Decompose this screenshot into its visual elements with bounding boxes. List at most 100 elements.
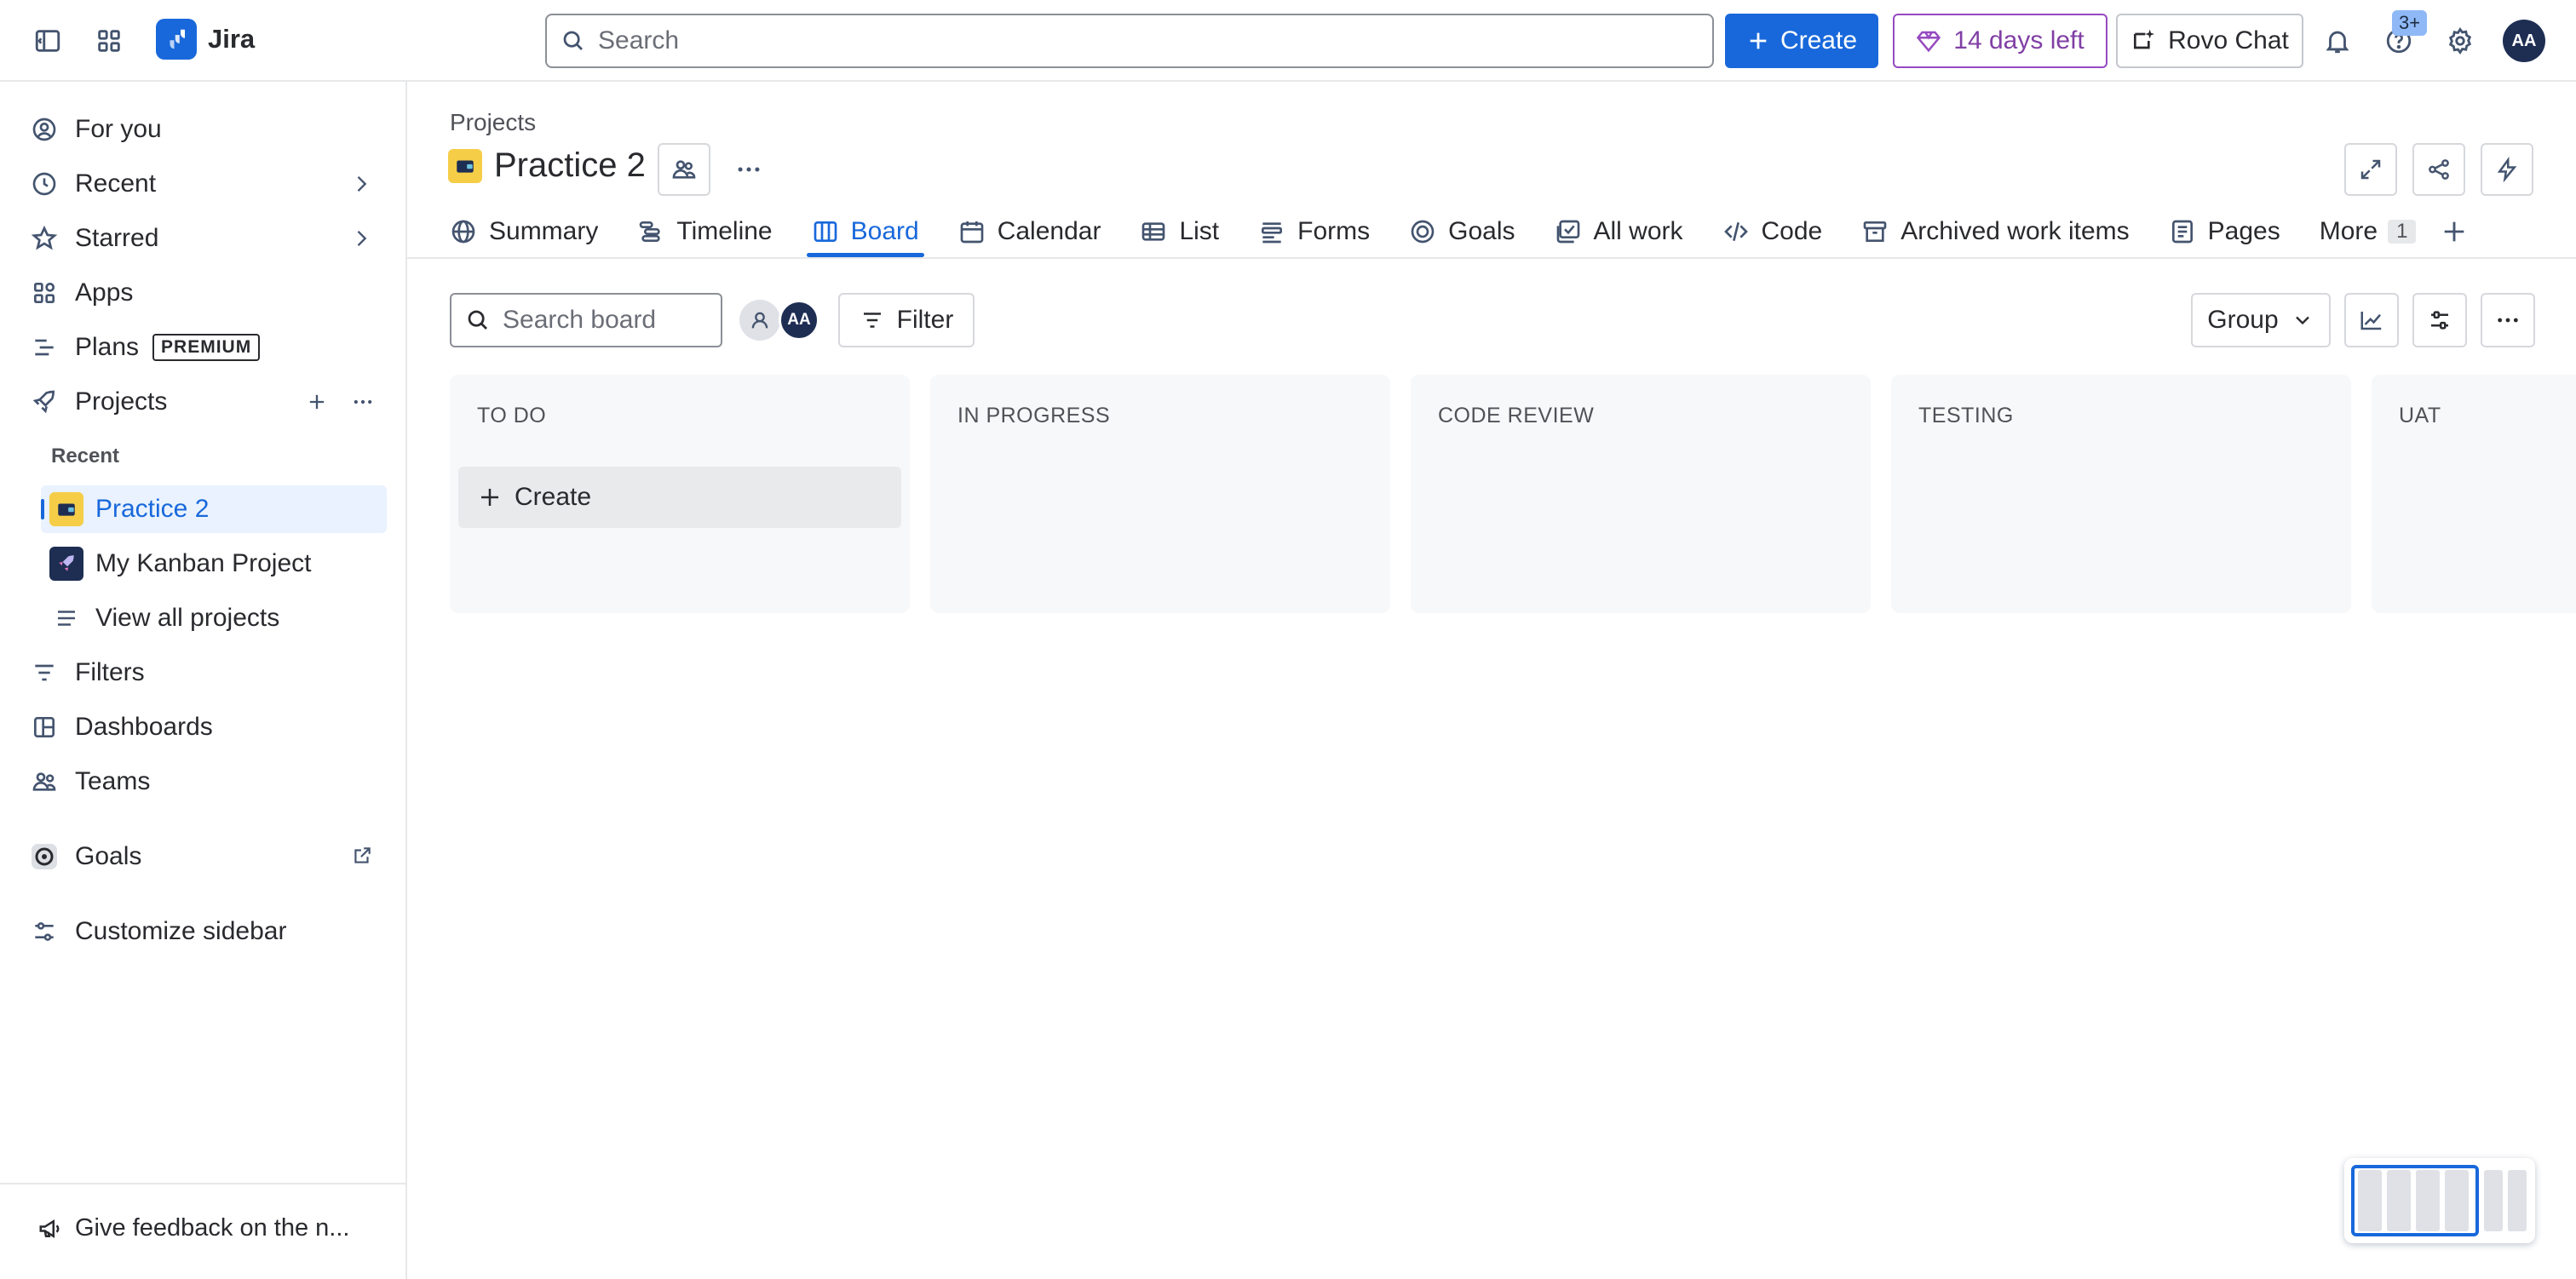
sidebar-item-label: For you xyxy=(75,115,162,143)
tab-summary[interactable]: Summary xyxy=(450,209,598,254)
sidebar-project-label: Practice 2 xyxy=(95,495,210,523)
fullscreen-expand-icon[interactable] xyxy=(2344,143,2397,196)
app-name[interactable]: Jira xyxy=(208,24,255,54)
group-label: Group xyxy=(2207,306,2279,334)
assignee-avatar[interactable]: AA xyxy=(779,300,819,341)
sidebar-item-recent[interactable]: Recent xyxy=(20,160,387,208)
sidebar-project-label: My Kanban Project xyxy=(95,549,312,577)
project-avatar-icon xyxy=(49,492,83,526)
minimap-viewport[interactable] xyxy=(2351,1165,2479,1236)
jira-logo-icon[interactable] xyxy=(156,19,197,60)
plans-icon xyxy=(20,324,68,371)
sidebar-item-starred[interactable]: Starred xyxy=(20,215,387,262)
user-avatar[interactable]: AA xyxy=(2503,20,2545,62)
global-search-input[interactable]: Search xyxy=(545,14,1714,68)
filter-button[interactable]: Filter xyxy=(838,293,975,347)
tab-calendar[interactable]: Calendar xyxy=(958,209,1101,254)
sidebar-item-plans[interactable]: Plans PREMIUM xyxy=(20,324,387,371)
add-tab-plus-icon[interactable] xyxy=(2440,209,2469,254)
tab-archived-work-items[interactable]: Archived work items xyxy=(1861,209,2130,254)
page-title-row: Practice 2 xyxy=(448,146,646,185)
minimap-column xyxy=(2508,1170,2527,1231)
sidebar-item-projects[interactable]: Projects xyxy=(20,378,387,426)
tab-label: Timeline xyxy=(676,217,773,245)
list-icon xyxy=(1142,222,1165,241)
tab-board[interactable]: Board xyxy=(806,209,924,257)
tab-timeline[interactable]: Timeline xyxy=(637,209,773,254)
sidebar-item-filters[interactable]: Filters xyxy=(20,649,387,697)
column-title: CODE REVIEW xyxy=(1438,404,1595,427)
sidebar-project-my-kanban[interactable]: My Kanban Project xyxy=(41,540,387,588)
chevron-down-icon xyxy=(2295,316,2309,325)
search-icon xyxy=(563,31,583,50)
external-link-icon[interactable] xyxy=(351,845,373,867)
board-column-uat: UAT xyxy=(2372,375,2576,613)
share-icon[interactable] xyxy=(2412,143,2465,196)
board-more-icon[interactable] xyxy=(2481,293,2535,347)
column-create-button[interactable]: Create xyxy=(458,467,901,528)
premium-badge: PREMIUM xyxy=(152,334,261,361)
tab-code[interactable]: Code xyxy=(1722,209,1822,254)
plus-icon xyxy=(481,489,498,506)
feedback-label: Give feedback on the n... xyxy=(75,1214,350,1242)
chevron-right-icon[interactable] xyxy=(349,227,373,250)
add-project-plus-icon[interactable] xyxy=(305,390,329,414)
sidebar-item-apps[interactable]: Apps xyxy=(20,269,387,317)
board-search-placeholder: Search board xyxy=(503,306,657,334)
tab-all-work[interactable]: All work xyxy=(1555,209,1683,254)
sidebar: For you Recent Starred Apps Plans PREMIU… xyxy=(0,82,407,1279)
rovo-chat-label: Rovo Chat xyxy=(2168,26,2289,54)
tab-pages[interactable]: Pages xyxy=(2169,209,2280,254)
project-rocket-icon xyxy=(49,547,83,581)
teams-icon xyxy=(20,758,68,806)
sidebar-item-for-you[interactable]: For you xyxy=(20,106,387,153)
sidebar-item-goals[interactable]: Goals xyxy=(20,833,387,880)
tab-label: All work xyxy=(1593,217,1683,245)
tab-forms[interactable]: Forms xyxy=(1258,209,1370,254)
tab-label: Goals xyxy=(1448,217,1515,245)
megaphone-icon xyxy=(39,1219,60,1238)
notifications-bell-icon[interactable] xyxy=(2314,17,2361,65)
feedback-link[interactable]: Give feedback on the n... xyxy=(37,1214,349,1242)
sidebar-view-all-projects[interactable]: View all projects xyxy=(41,594,387,642)
create-button[interactable]: Create xyxy=(1725,14,1878,68)
projects-more-icon[interactable] xyxy=(351,390,375,414)
board-column-in-progress: IN PROGRESS xyxy=(930,375,1390,613)
chevron-right-icon[interactable] xyxy=(349,172,373,196)
board-minimap[interactable] xyxy=(2344,1158,2535,1243)
board-search-input[interactable]: Search board xyxy=(450,293,722,347)
goals-icon xyxy=(20,833,68,880)
sidebar-item-label: Filters xyxy=(75,658,145,686)
trial-button[interactable]: 14 days left xyxy=(1893,14,2107,68)
team-access-button[interactable] xyxy=(658,143,710,196)
board-column-code-review: CODE REVIEW xyxy=(1411,375,1871,613)
user-circle-icon xyxy=(20,106,68,153)
settings-gear-icon[interactable] xyxy=(2436,17,2484,65)
sidebar-project-practice-2[interactable]: Practice 2 xyxy=(41,485,387,533)
sidebar-item-dashboards[interactable]: Dashboards xyxy=(20,703,387,751)
tab-label: Archived work items xyxy=(1900,217,2130,245)
rocket-icon xyxy=(20,378,68,426)
search-placeholder: Search xyxy=(598,26,680,54)
sidebar-item-label: Dashboards xyxy=(75,713,213,741)
sidebar-toggle-icon[interactable] xyxy=(24,17,72,65)
tab-goals[interactable]: Goals xyxy=(1409,209,1515,254)
all-work-icon xyxy=(1556,220,1579,244)
filter-icon xyxy=(863,313,881,328)
rovo-chat-button[interactable]: Rovo Chat xyxy=(2116,14,2303,68)
tab-label: Board xyxy=(850,217,919,245)
automation-lightning-icon[interactable] xyxy=(2481,143,2533,196)
tab-more[interactable]: More 1 xyxy=(2320,209,2417,254)
sidebar-footer-divider xyxy=(0,1183,405,1184)
view-settings-icon[interactable] xyxy=(2412,293,2467,347)
tab-list[interactable]: List xyxy=(1140,209,1219,254)
sidebar-item-customize[interactable]: Customize sidebar xyxy=(20,908,387,955)
apps-icon xyxy=(20,269,68,317)
app-switcher-icon[interactable] xyxy=(85,17,133,65)
insights-chart-icon[interactable] xyxy=(2344,293,2399,347)
breadcrumb[interactable]: Projects xyxy=(450,109,536,136)
group-dropdown[interactable]: Group xyxy=(2191,293,2331,347)
unassigned-avatar-icon[interactable] xyxy=(739,300,780,341)
sidebar-item-teams[interactable]: Teams xyxy=(20,758,387,806)
project-more-icon[interactable] xyxy=(725,146,773,193)
